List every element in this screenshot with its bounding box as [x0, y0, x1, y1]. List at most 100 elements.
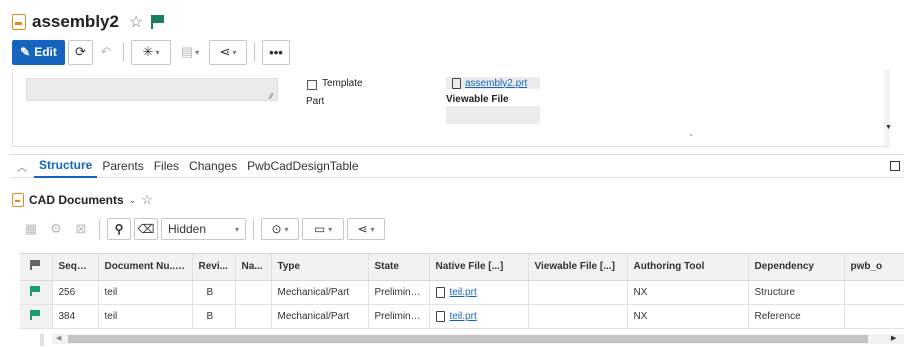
network-icon: ✳: [142, 44, 154, 59]
document-number-cell: teil: [98, 304, 193, 329]
sequence-cell: 384: [52, 304, 99, 329]
share-menu-button[interactable]: ⋖ ▾: [347, 218, 385, 240]
collapse-chevron-icon[interactable]: ︿: [10, 159, 34, 174]
dependency-cell: Structure: [748, 280, 845, 305]
share-menu-button[interactable]: ⋖ ▾: [209, 39, 247, 65]
scrollbar-thumb[interactable]: [68, 335, 868, 343]
viewable-file-link[interactable]: assembly2.prt: [465, 78, 527, 89]
clipboard-icon: ▤: [180, 44, 194, 59]
column-header[interactable]: Viewable File [...]: [528, 254, 628, 281]
column-header[interactable]: State: [368, 254, 430, 281]
description-textarea[interactable]: [26, 78, 278, 101]
template-checkbox[interactable]: [307, 80, 317, 90]
flag-icon: [30, 309, 41, 320]
native-file-cell: teil.prt: [429, 304, 529, 329]
share-icon: ⋖: [357, 222, 368, 236]
revise-button[interactable]: ↶: [96, 40, 116, 65]
page-title: assembly2: [32, 12, 119, 31]
remove-row-icon[interactable]: ⊠: [70, 218, 92, 240]
column-header[interactable]: pwb_o: [844, 254, 904, 281]
flag-column-header[interactable]: [20, 254, 53, 281]
native-file-cell: teil.prt: [429, 280, 529, 305]
pencil-icon: ✎: [20, 45, 31, 59]
name-cell: [235, 304, 272, 329]
display-menu-button[interactable]: ▭ ▾: [302, 218, 344, 240]
more-actions-button[interactable]: •••: [262, 39, 290, 65]
column-header[interactable]: Type: [271, 254, 369, 281]
state-cell: Preliminary: [368, 304, 430, 329]
native-file-link[interactable]: teil.prt: [450, 311, 477, 322]
row-flag-cell[interactable]: [20, 304, 53, 329]
scroll-right-arrow-icon[interactable]: ▶: [891, 334, 896, 342]
toolbar-divider: [99, 219, 100, 239]
viewable-file-cell: [528, 304, 628, 329]
viewable-file-field: assembly2.prt: [446, 77, 540, 89]
name-cell: [235, 280, 272, 305]
gear-icon[interactable]: ⚙: [45, 218, 67, 240]
chevron-down-icon[interactable]: ⌄: [129, 195, 137, 206]
clipboard-menu-button[interactable]: ▤ ▾: [174, 40, 206, 65]
state-cell: Preliminary: [368, 280, 430, 305]
file-icon: [435, 286, 445, 298]
sequence-cell: 256: [52, 280, 99, 305]
column-header[interactable]: Dependency: [748, 254, 845, 281]
favorite-star-icon[interactable]: ☆: [129, 12, 143, 32]
tab-structure[interactable]: Structure: [34, 155, 98, 178]
flag-icon: [30, 285, 41, 296]
file-icon: [452, 77, 461, 89]
revise-arrow-icon: ↶: [100, 44, 112, 59]
edit-button-label: Edit: [34, 45, 57, 59]
focus-menu-button[interactable]: ⊙ ▾: [261, 218, 299, 240]
flag-icon[interactable]: [151, 15, 165, 29]
favorite-star-icon[interactable]: ☆: [141, 192, 153, 208]
chevron-down-icon: ▾: [195, 47, 200, 57]
column-header[interactable]: Authoring Tool: [627, 254, 749, 281]
refresh-icon: ⟳: [75, 44, 86, 59]
section-title[interactable]: CAD Documents: [29, 193, 124, 207]
chevron-down-icon: ▾: [234, 224, 239, 234]
search-button[interactable]: ⚲: [107, 218, 131, 240]
table-toolbar: ▦ ⚙ ⊠ ⚲ ⌫ Hidden ▾ ⊙ ▾ ▭ ▾ ⋖ ▾: [20, 217, 385, 241]
section-header: CAD Documents ⌄ ☆: [12, 191, 153, 209]
scroll-left-arrow-icon[interactable]: ◀: [56, 334, 61, 342]
column-header[interactable]: Seque...: [52, 254, 99, 281]
column-header[interactable]: Na...: [235, 254, 272, 281]
chevron-down-icon: ▾: [232, 47, 237, 57]
visibility-select[interactable]: Hidden ▾: [161, 218, 246, 240]
tab-pwbcaddesigntable[interactable]: PwbCadDesignTable: [242, 155, 363, 178]
column-header-sorted[interactable]: Document Nu... ↑: [98, 254, 193, 281]
column-header[interactable]: Revi...: [192, 254, 236, 281]
tab-changes[interactable]: Changes: [184, 155, 242, 178]
clear-filter-button[interactable]: ⌫: [134, 218, 158, 240]
search-icon: ⚲: [114, 222, 124, 236]
divider-dot: [690, 134, 692, 136]
viewable-file-label: Viewable File: [446, 94, 509, 105]
toolbar-divider: [123, 42, 124, 62]
pwb-cell: [844, 304, 904, 329]
table-settings-icon[interactable]: ▦: [20, 218, 42, 240]
tab-files[interactable]: Files: [149, 155, 184, 178]
cad-documents-table: Seque... Document Nu... ↑ Revi... Na... T…: [20, 253, 904, 335]
column-header-label: Document Nu...: [104, 261, 178, 273]
chevron-down-icon: ▾: [155, 47, 160, 57]
panel-scrollbar[interactable]: [884, 70, 890, 146]
more-dots-icon: •••: [269, 44, 283, 60]
scroll-down-arrow-icon[interactable]: ▼: [885, 124, 892, 131]
monitor-icon: ▭: [313, 222, 326, 236]
edit-button[interactable]: ✎ Edit: [12, 39, 65, 65]
pwb-cell: [844, 280, 904, 305]
refresh-button[interactable]: ⟳: [68, 39, 93, 65]
share-icon: ⋖: [219, 44, 231, 59]
column-header[interactable]: Native File [...]: [429, 254, 529, 281]
tab-parents[interactable]: Parents: [97, 155, 148, 178]
table-row[interactable]: 384 teil B Mechanical/Part Preliminary t…: [20, 304, 904, 329]
row-flag-cell[interactable]: [20, 280, 53, 305]
structure-menu-button[interactable]: ✳ ▾: [131, 39, 171, 65]
native-file-link[interactable]: teil.prt: [450, 287, 477, 298]
resize-handle-icon[interactable]: ⁄⁄: [270, 92, 273, 101]
cad-document-icon: [12, 193, 24, 207]
maximize-icon[interactable]: [890, 161, 900, 171]
toolbar-divider: [254, 42, 255, 62]
table-row[interactable]: 256 teil B Mechanical/Part Preliminary t…: [20, 280, 904, 305]
viewable-file-cell: [528, 280, 628, 305]
